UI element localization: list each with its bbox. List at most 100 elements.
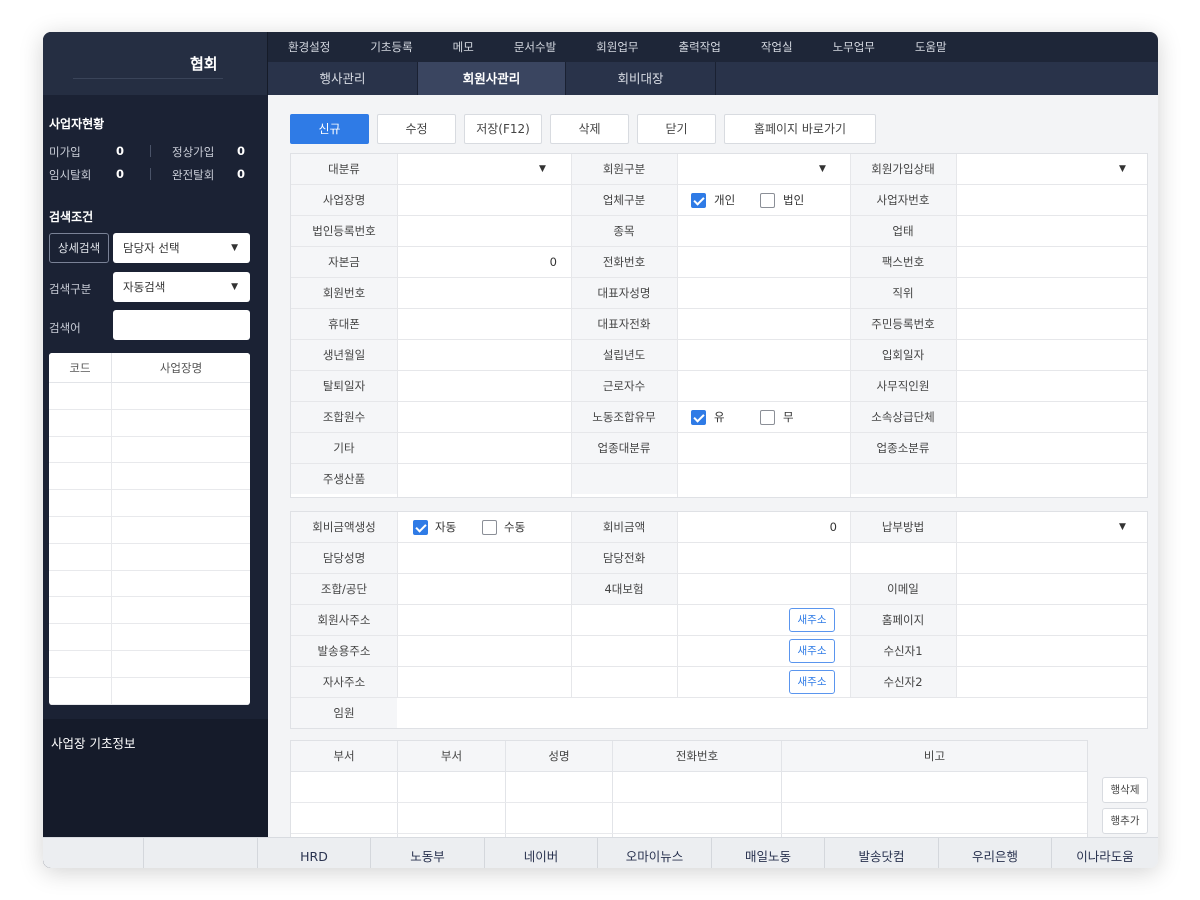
member-number-field[interactable]: [397, 278, 571, 308]
menu-item-help[interactable]: 도움말: [895, 32, 967, 62]
list-item[interactable]: [49, 436, 250, 464]
business-list-grid: 코드 사업장명: [49, 353, 250, 705]
item-field[interactable]: [677, 216, 851, 246]
list-item[interactable]: [49, 570, 250, 598]
link-naver[interactable]: 네이버: [485, 838, 598, 868]
new-button[interactable]: 신규: [290, 114, 369, 144]
menu-item-base-register[interactable]: 기초등록: [350, 32, 432, 62]
list-item[interactable]: [49, 677, 250, 705]
empty-2-field: [956, 464, 1130, 494]
ceo-name-label: 대표자성명: [571, 278, 677, 308]
close-button[interactable]: 닫기: [637, 114, 716, 144]
org-logo: 협회: [43, 32, 268, 95]
new-address-button[interactable]: 새주소: [789, 670, 835, 694]
etc-field[interactable]: [397, 433, 571, 463]
list-item[interactable]: [49, 383, 250, 410]
join-status-field[interactable]: [956, 154, 1130, 184]
birth-date-label: 생년월일: [291, 340, 397, 370]
manager-select[interactable]: 담당자 선택 ▼: [113, 233, 250, 263]
resident-number-field[interactable]: [956, 309, 1130, 339]
founded-year-field[interactable]: [677, 340, 851, 370]
edit-button[interactable]: 수정: [377, 114, 456, 144]
fee-amount-value[interactable]: 0: [677, 512, 837, 542]
menu-item-documents[interactable]: 문서수발: [494, 32, 576, 62]
employee-count-field[interactable]: [677, 371, 851, 401]
dropdown-arrow-icon[interactable]: ▼: [539, 154, 546, 184]
industry-minor-label: 업종소분류: [850, 433, 956, 463]
corporation-checkbox[interactable]: [760, 193, 775, 208]
tab-fee-ledger[interactable]: 회비대장: [566, 62, 716, 95]
list-item[interactable]: [49, 463, 250, 491]
union-members-field[interactable]: [397, 402, 571, 432]
list-item[interactable]: [49, 409, 250, 437]
ceo-phone-field[interactable]: [677, 309, 851, 339]
mobile-field[interactable]: [397, 309, 571, 339]
new-address-button[interactable]: 새주소: [789, 639, 835, 663]
link-balsong[interactable]: 발송닷컴: [825, 838, 939, 868]
menu-item-workroom[interactable]: 작업실: [741, 32, 813, 62]
recipient2-label: 수신자2: [850, 667, 956, 697]
parent-org-field[interactable]: [956, 402, 1130, 432]
union-org-label: 조합/공단: [291, 574, 397, 604]
ceo-name-field[interactable]: [677, 278, 851, 308]
position-field[interactable]: [956, 278, 1130, 308]
keyword-input[interactable]: [113, 310, 250, 340]
save-button[interactable]: 저장(F12): [464, 114, 542, 144]
search-type-select[interactable]: 자동검색 ▼: [113, 272, 250, 302]
business-type-field[interactable]: [956, 216, 1130, 246]
dropdown-arrow-icon[interactable]: ▼: [1119, 512, 1126, 542]
industry-minor-field[interactable]: [956, 433, 1130, 463]
menu-item-settings[interactable]: 환경설정: [268, 32, 350, 62]
link-hrd[interactable]: HRD: [258, 838, 371, 868]
list-item[interactable]: [49, 490, 250, 517]
fax-field[interactable]: [956, 247, 1130, 277]
main-menu: 환경설정 기초등록 메모 문서수발 회원업무 출력작업 작업실 노무업무 도움말: [268, 32, 1158, 62]
list-item[interactable]: [49, 650, 250, 678]
homepage-button[interactable]: 홈페이지 바로가기: [724, 114, 876, 144]
main-product-field[interactable]: [397, 464, 571, 494]
dropdown-arrow-icon[interactable]: ▼: [819, 154, 826, 184]
fee-auto-checkbox[interactable]: [413, 520, 428, 535]
corp-number-label: 법인등록번호: [291, 216, 397, 246]
office-staff-field[interactable]: [956, 371, 1130, 401]
delete-button[interactable]: 삭제: [550, 114, 629, 144]
ceo-phone-label: 대표자전화: [571, 309, 677, 339]
stat-value-normal: 0: [237, 144, 246, 158]
list-item[interactable]: [49, 516, 250, 544]
basic-info-title: 사업장 기초정보: [51, 736, 136, 751]
link-daily-labor[interactable]: 매일노동: [712, 838, 825, 868]
list-item[interactable]: [49, 543, 250, 571]
table-row[interactable]: [291, 803, 1087, 834]
list-item[interactable]: [49, 597, 250, 625]
industry-major-field[interactable]: [677, 433, 851, 463]
search-title: 검색조건: [49, 210, 94, 224]
menu-item-memo[interactable]: 메모: [433, 32, 494, 62]
link-enara[interactable]: 이나라도움: [1052, 838, 1158, 868]
union-no-checkbox[interactable]: [760, 410, 775, 425]
phone-field[interactable]: [677, 247, 851, 277]
corp-number-field[interactable]: [397, 216, 571, 246]
business-name-field[interactable]: [397, 185, 571, 215]
join-date-field[interactable]: [956, 340, 1130, 370]
list-item[interactable]: [49, 624, 250, 651]
tab-member-management[interactable]: 회원사관리: [418, 62, 566, 95]
table-row[interactable]: [291, 772, 1087, 803]
fee-manual-checkbox[interactable]: [482, 520, 497, 535]
new-address-button[interactable]: 새주소: [789, 608, 835, 632]
individual-checkbox[interactable]: [691, 193, 706, 208]
menu-item-labor[interactable]: 노무업무: [813, 32, 895, 62]
union-yes-checkbox[interactable]: [691, 410, 706, 425]
detail-search-button[interactable]: 상세검색: [49, 233, 109, 263]
link-woori-bank[interactable]: 우리은행: [939, 838, 1052, 868]
leave-date-field[interactable]: [397, 371, 571, 401]
tab-event-management[interactable]: 행사관리: [268, 62, 418, 95]
business-number-field[interactable]: [956, 185, 1130, 215]
menu-item-print[interactable]: 출력작업: [658, 32, 740, 62]
add-row-button[interactable]: 행추가: [1102, 808, 1148, 834]
link-ohmynews[interactable]: 오마이뉴스: [598, 838, 712, 868]
dropdown-arrow-icon[interactable]: ▼: [1119, 154, 1126, 184]
link-labor-ministry[interactable]: 노동부: [371, 838, 485, 868]
menu-item-member-work[interactable]: 회원업무: [576, 32, 658, 62]
birth-date-field[interactable]: [397, 340, 571, 370]
delete-row-button[interactable]: 행삭제: [1102, 777, 1148, 803]
